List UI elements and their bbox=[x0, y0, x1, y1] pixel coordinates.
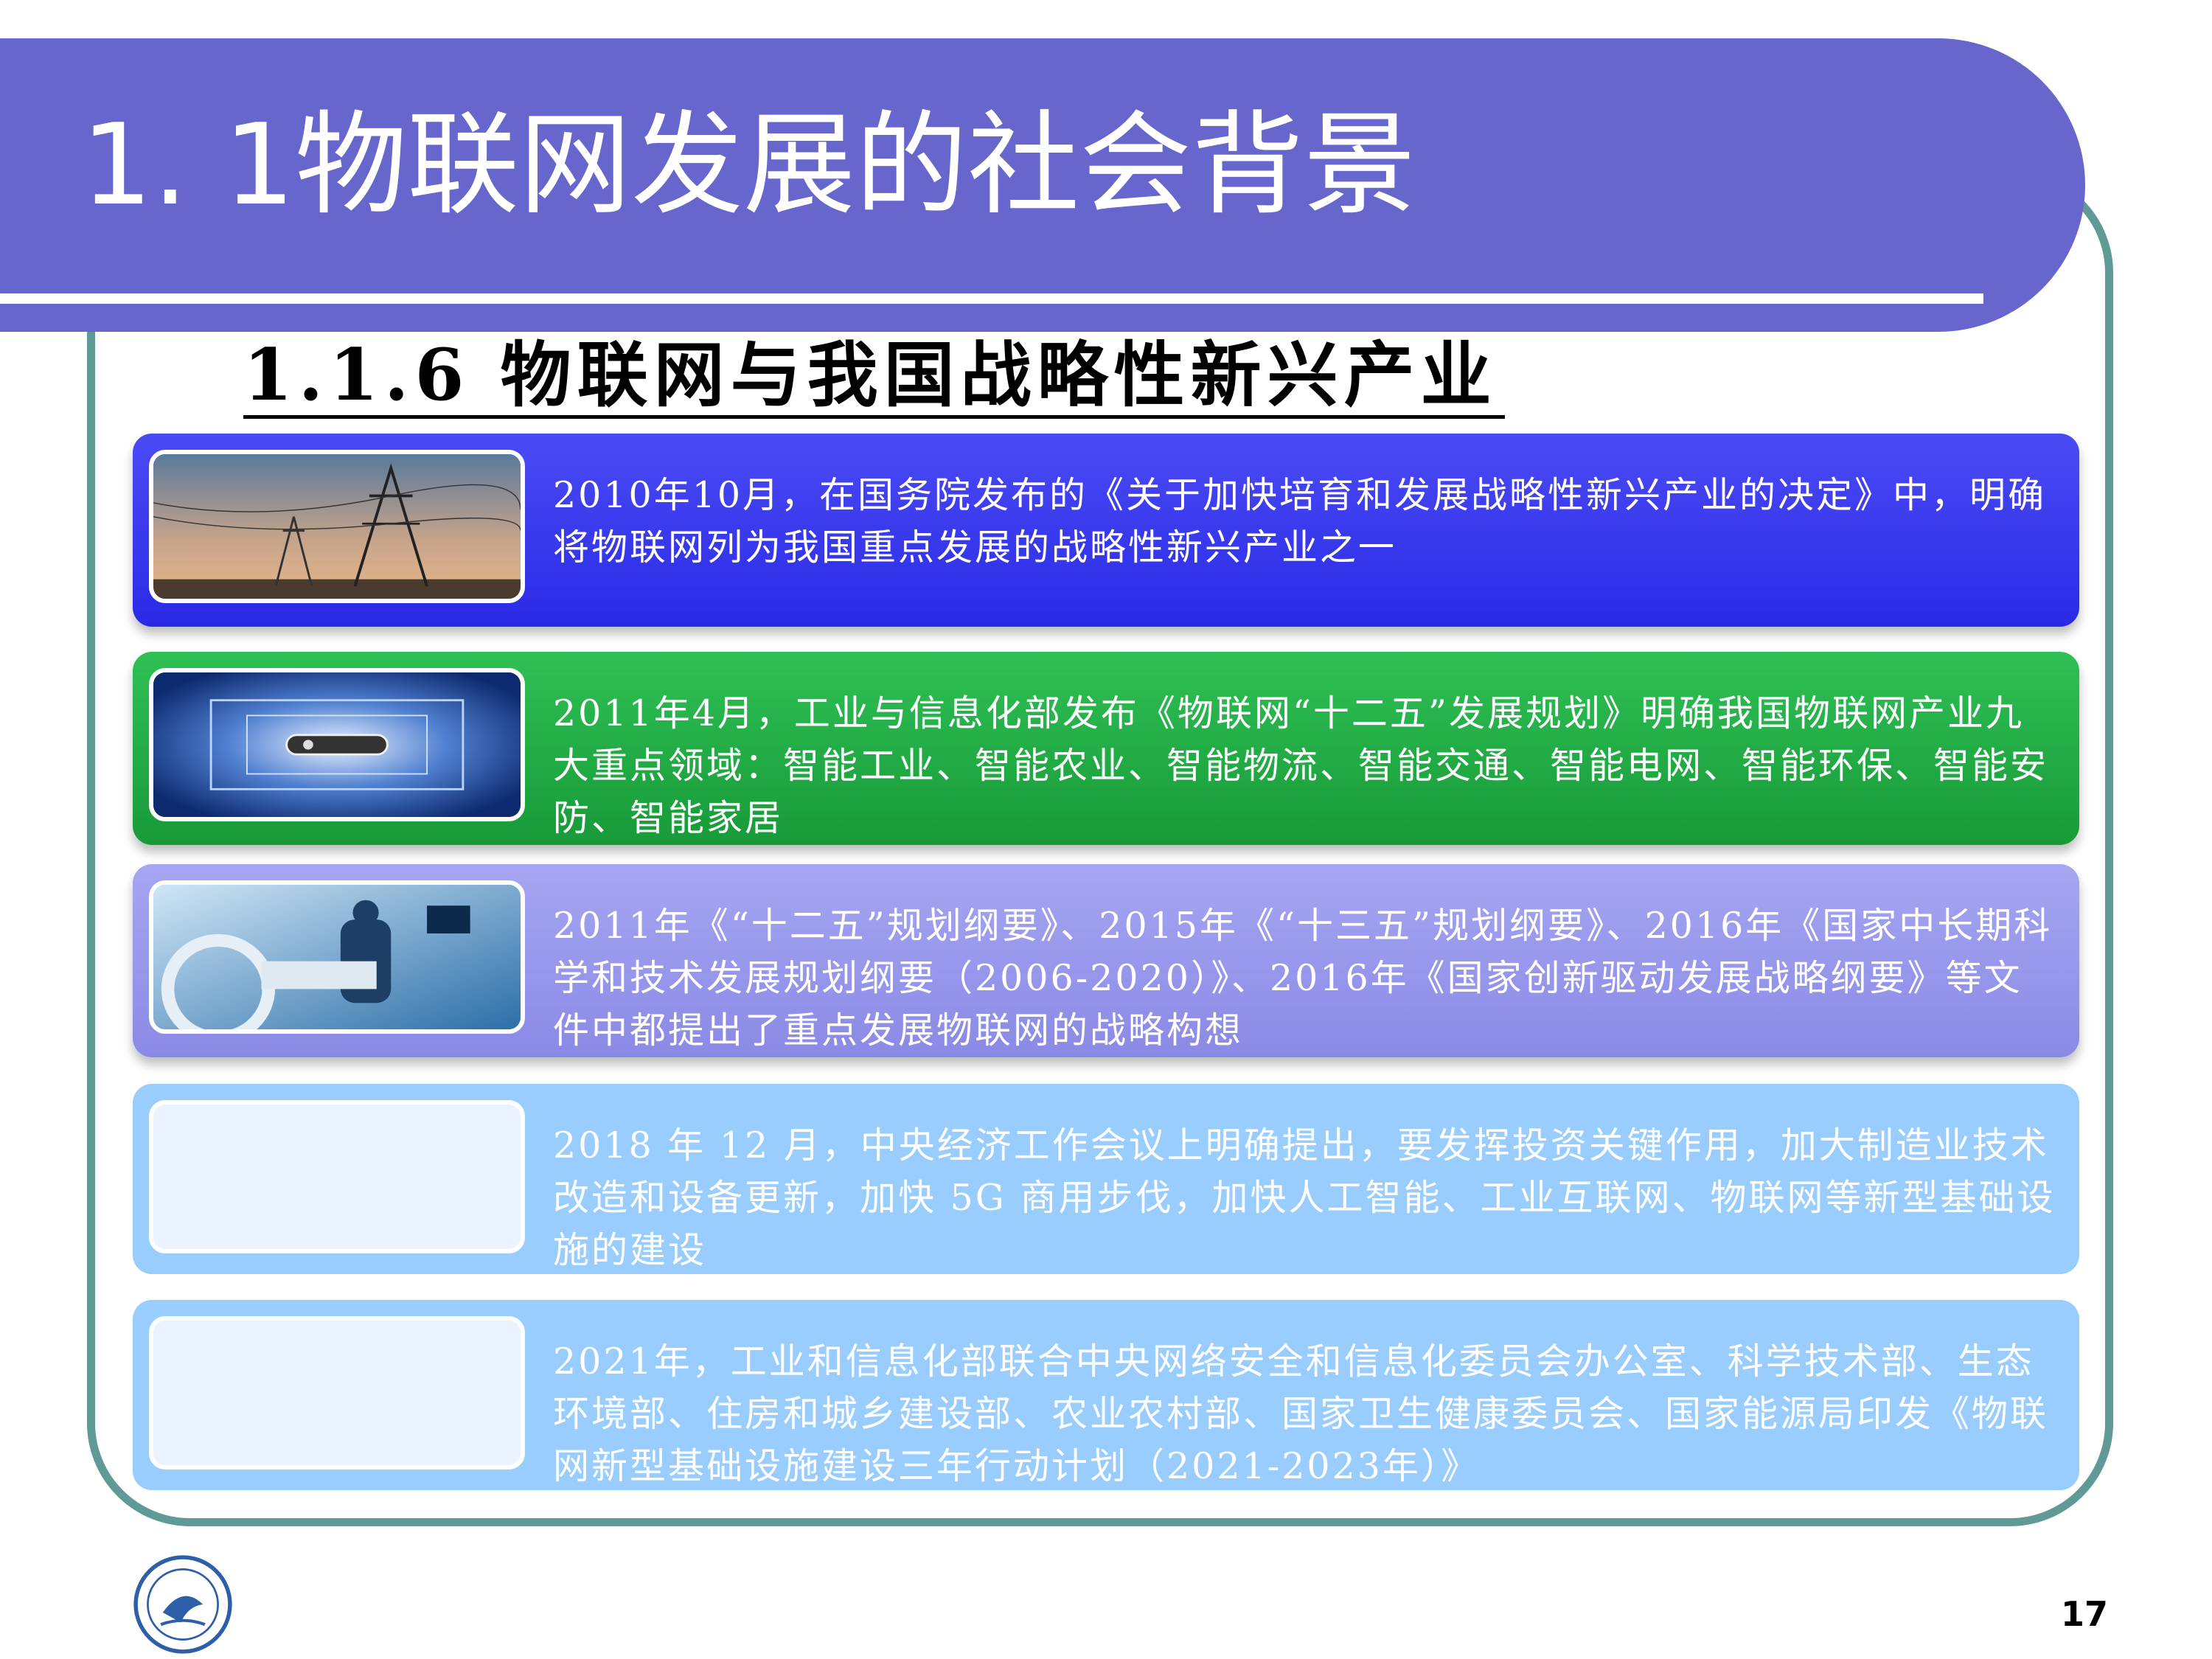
image-placeholder bbox=[149, 1100, 525, 1253]
card-text: 2021年，工业和信息化部联合中央网络安全和信息化委员会办公室、科学技术部、生态… bbox=[553, 1340, 2049, 1487]
policy-card-plans: 2011年《“十二五”规划纲要》、2015年《“十三五”规划纲要》、2016年《… bbox=[133, 864, 2079, 1057]
card-text: 2011年4月，工业与信息化部发布《物联网“十二五”发展规划》明确我国物联网产业… bbox=[553, 692, 2049, 839]
policy-card-2010: 2010年10月，在国务院发布的《关于加快培育和发展战略性新兴产业的决定》中，明… bbox=[133, 434, 2079, 627]
power-tower-photo bbox=[149, 450, 525, 603]
page-number: 17 bbox=[2061, 1594, 2109, 1634]
section-subtitle: 1.1.6 物联网与我国战略性新兴产业 bbox=[243, 335, 1505, 419]
card-text: 2010年10月，在国务院发布的《关于加快培育和发展战略性新兴产业的决定》中，明… bbox=[553, 474, 2047, 568]
hospital-surgery-photo bbox=[149, 880, 525, 1034]
rfid-chip-photo bbox=[149, 668, 525, 821]
card-text: 2018 年 12 月，中央经济工作会议上明确提出，要发挥投资关键作用，加大制造… bbox=[553, 1124, 2056, 1271]
university-logo bbox=[133, 1555, 232, 1654]
policy-card-2021: 2021年，工业和信息化部联合中央网络安全和信息化委员会办公室、科学技术部、生态… bbox=[133, 1300, 2079, 1490]
title-underline bbox=[0, 293, 1983, 304]
policy-card-2018: 2018 年 12 月，中央经济工作会议上明确提出，要发挥投资关键作用，加大制造… bbox=[133, 1084, 2079, 1274]
slide-title: 1. 1物联网发展的社会背景 bbox=[81, 100, 1416, 230]
image-placeholder bbox=[149, 1316, 525, 1470]
policy-card-2011-plan: 2011年4月，工业与信息化部发布《物联网“十二五”发展规划》明确我国物联网产业… bbox=[133, 652, 2079, 845]
card-text: 2011年《“十二五”规划纲要》、2015年《“十三五”规划纲要》、2016年《… bbox=[553, 905, 2053, 1051]
